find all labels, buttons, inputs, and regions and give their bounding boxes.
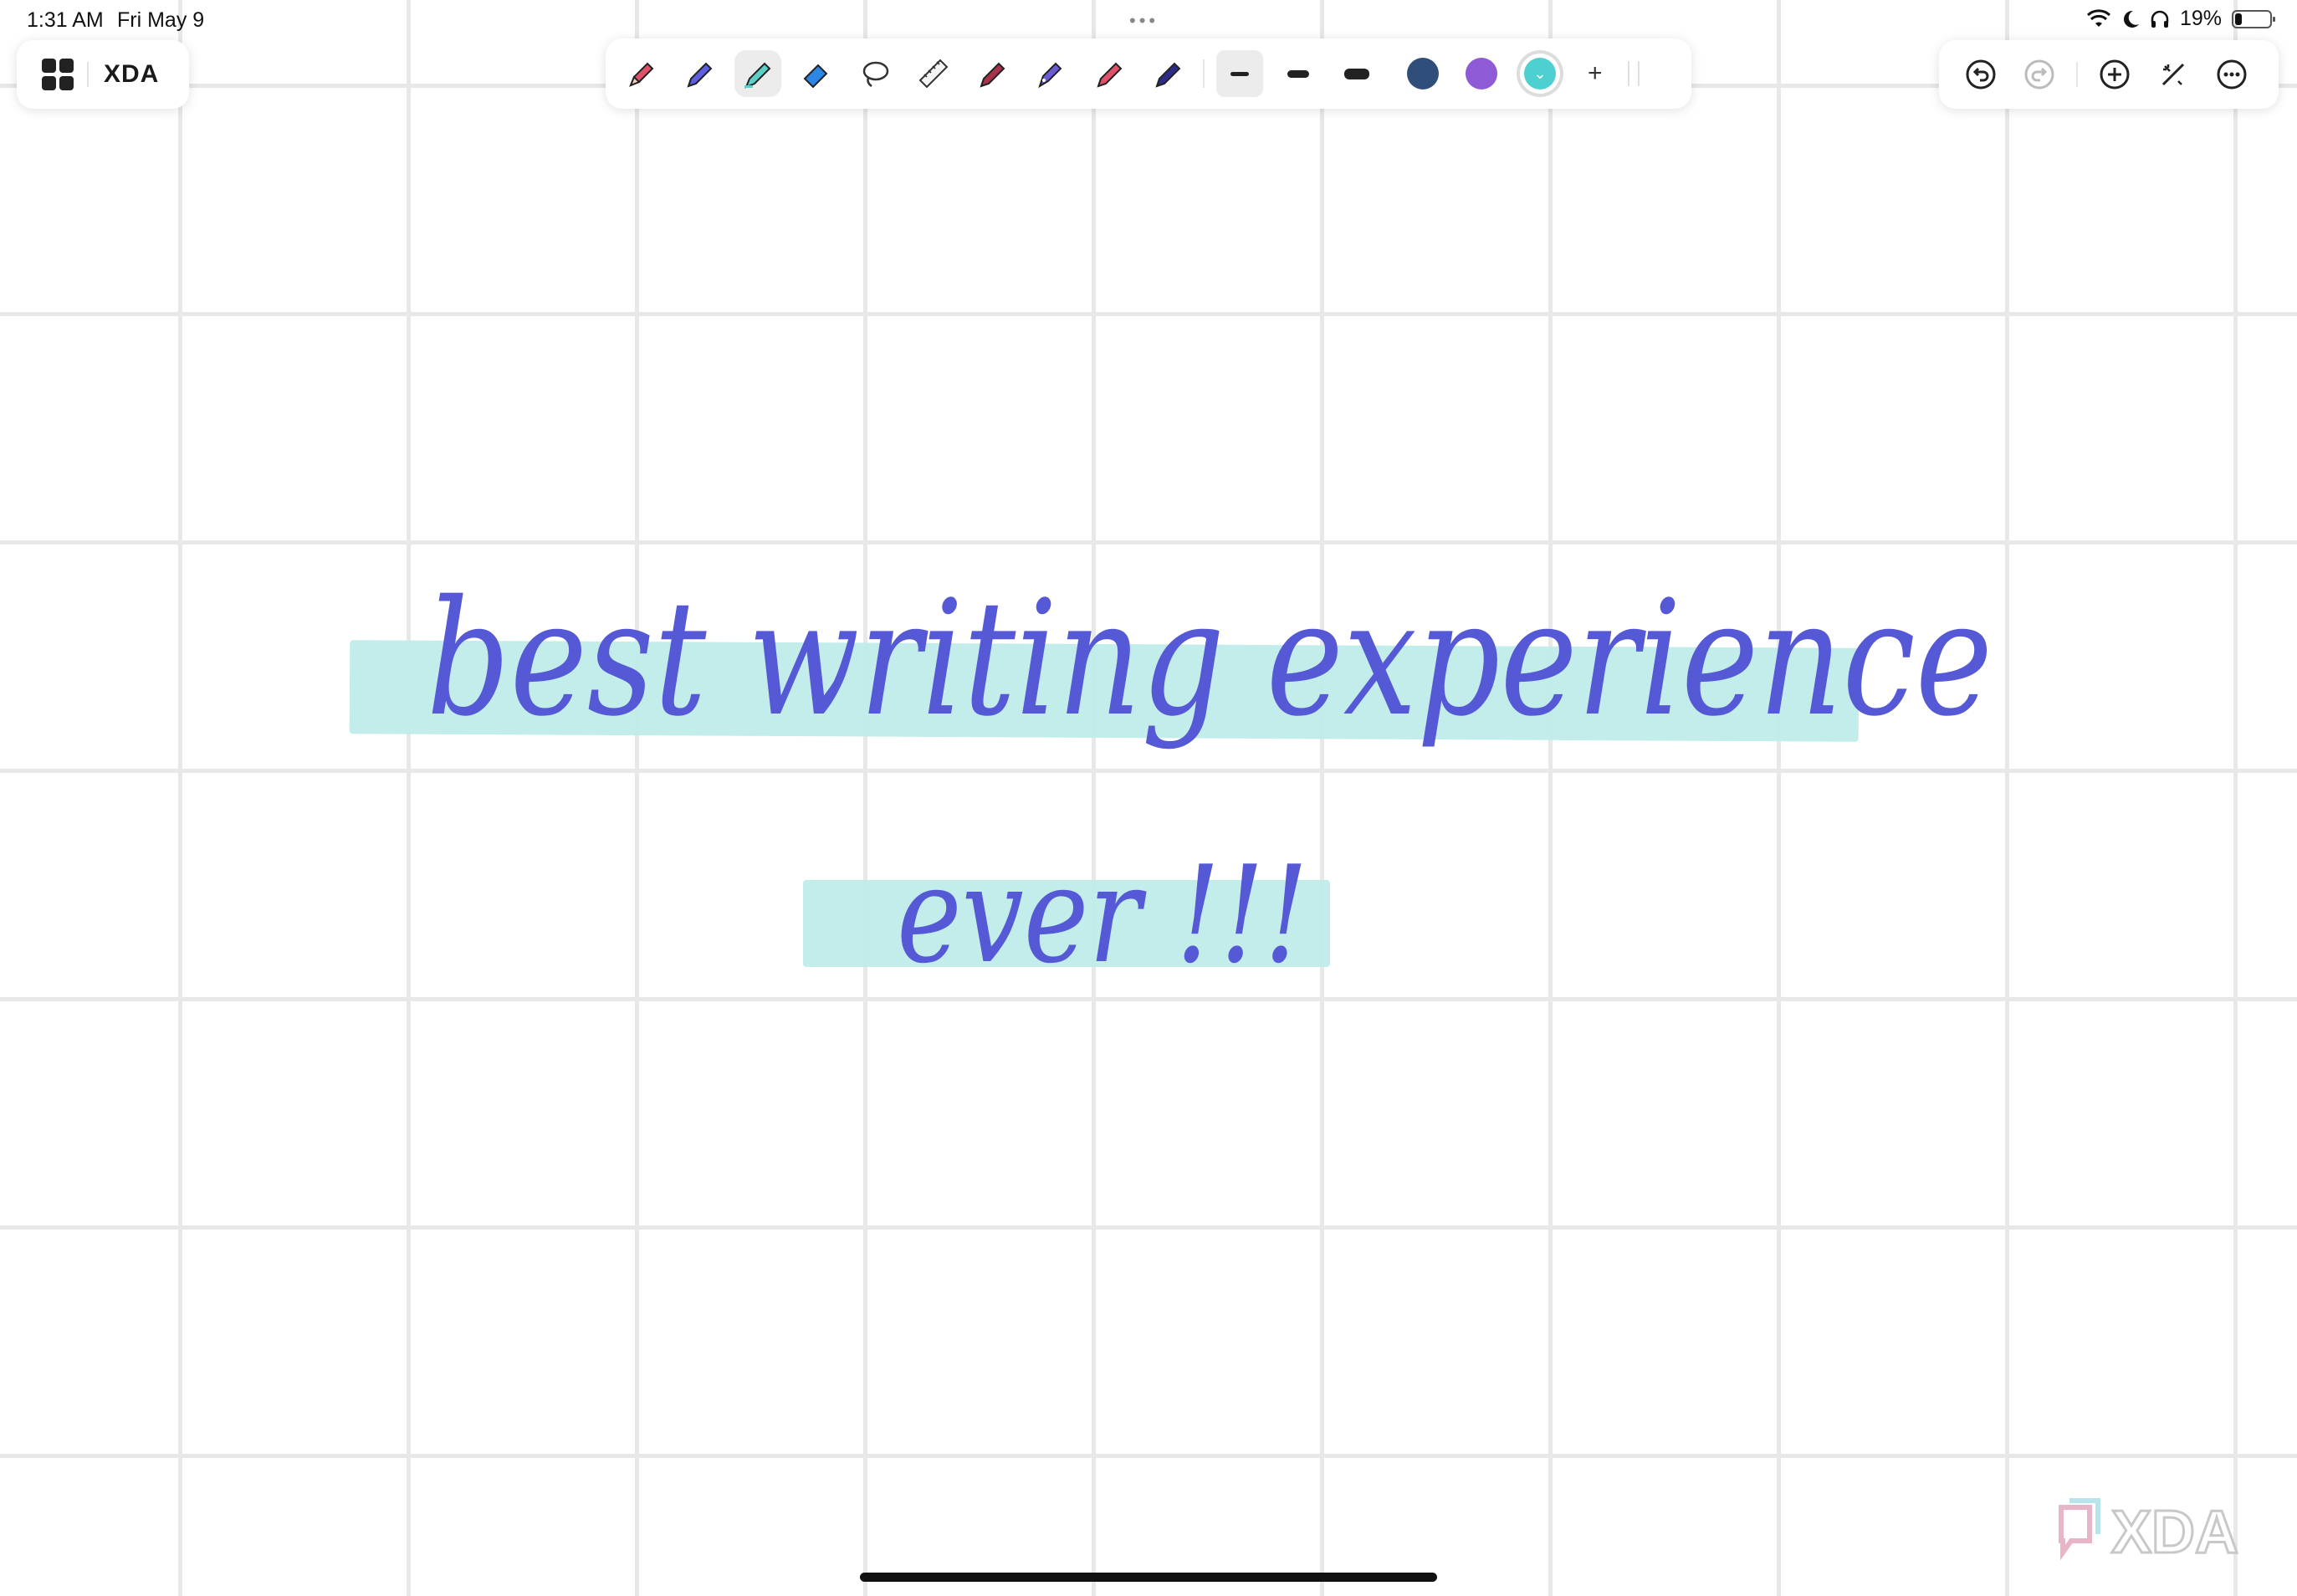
undo-icon[interactable] bbox=[1959, 53, 2003, 96]
moon-icon bbox=[2123, 10, 2139, 28]
status-date: Fri May 9 bbox=[117, 8, 205, 32]
eraser-icon[interactable] bbox=[793, 50, 840, 97]
redo-icon[interactable] bbox=[2018, 53, 2061, 96]
status-time: 1:31 AM bbox=[27, 8, 104, 32]
pen-icon[interactable] bbox=[676, 50, 723, 97]
home-indicator[interactable] bbox=[860, 1573, 1437, 1582]
xda-watermark-logo: XDA bbox=[2059, 1498, 2240, 1568]
actions-divider bbox=[2076, 62, 2078, 87]
divider bbox=[87, 62, 89, 87]
headphones-icon bbox=[2151, 10, 2169, 28]
fountain-pen-icon[interactable] bbox=[1027, 50, 1074, 97]
multitasking-dots-icon[interactable]: ••• bbox=[1129, 10, 1159, 32]
wifi-icon bbox=[2086, 8, 2110, 27]
notebook-title[interactable]: XDA bbox=[104, 60, 159, 89]
highlighter-icon[interactable] bbox=[734, 50, 781, 97]
calligraphy-pen-icon[interactable] bbox=[1144, 50, 1191, 97]
drawing-toolbar: ⌄ + bbox=[606, 38, 1691, 109]
color-swatch-teal[interactable]: ⌄ bbox=[1524, 58, 1556, 90]
stroke-thin-button[interactable] bbox=[1216, 50, 1263, 97]
more-icon[interactable] bbox=[2210, 53, 2254, 96]
stroke-medium-button[interactable] bbox=[1275, 50, 1322, 97]
grid-canvas[interactable] bbox=[0, 0, 2297, 1596]
magic-pen-icon[interactable] bbox=[2151, 53, 2195, 96]
color-swatch-navy[interactable] bbox=[1407, 58, 1439, 90]
handwriting-line2[interactable]: ever !!! bbox=[897, 831, 1308, 999]
handwriting-line1[interactable]: best writing experience bbox=[427, 559, 1993, 760]
app-grid-icon[interactable] bbox=[42, 59, 74, 90]
toolbar-divider bbox=[1203, 59, 1205, 88]
battery-icon bbox=[2232, 9, 2275, 28]
pencil-icon[interactable] bbox=[617, 50, 664, 97]
ruler-icon[interactable] bbox=[910, 50, 957, 97]
toolbar-drag-handle[interactable] bbox=[1627, 61, 1640, 86]
add-icon[interactable] bbox=[2093, 53, 2136, 96]
marker-icon[interactable] bbox=[969, 50, 1015, 97]
notebooks-pill: XDA bbox=[17, 40, 189, 109]
status-icons: 19% bbox=[2086, 7, 2275, 31]
chevron-down-icon: ⌄ bbox=[1533, 64, 1547, 82]
battery-percent: 19% bbox=[2179, 7, 2222, 30]
color-swatch-purple[interactable] bbox=[1466, 58, 1497, 90]
lasso-icon[interactable] bbox=[852, 50, 898, 97]
add-color-icon[interactable]: + bbox=[1588, 61, 1603, 86]
brush-icon[interactable] bbox=[1086, 50, 1133, 97]
stroke-thick-button[interactable] bbox=[1333, 50, 1380, 97]
actions-pill bbox=[1939, 40, 2279, 109]
status-bar: 1:31 AM Fri May 9 ••• 19% bbox=[0, 0, 2297, 40]
watermark-text: XDA bbox=[2111, 1499, 2238, 1566]
